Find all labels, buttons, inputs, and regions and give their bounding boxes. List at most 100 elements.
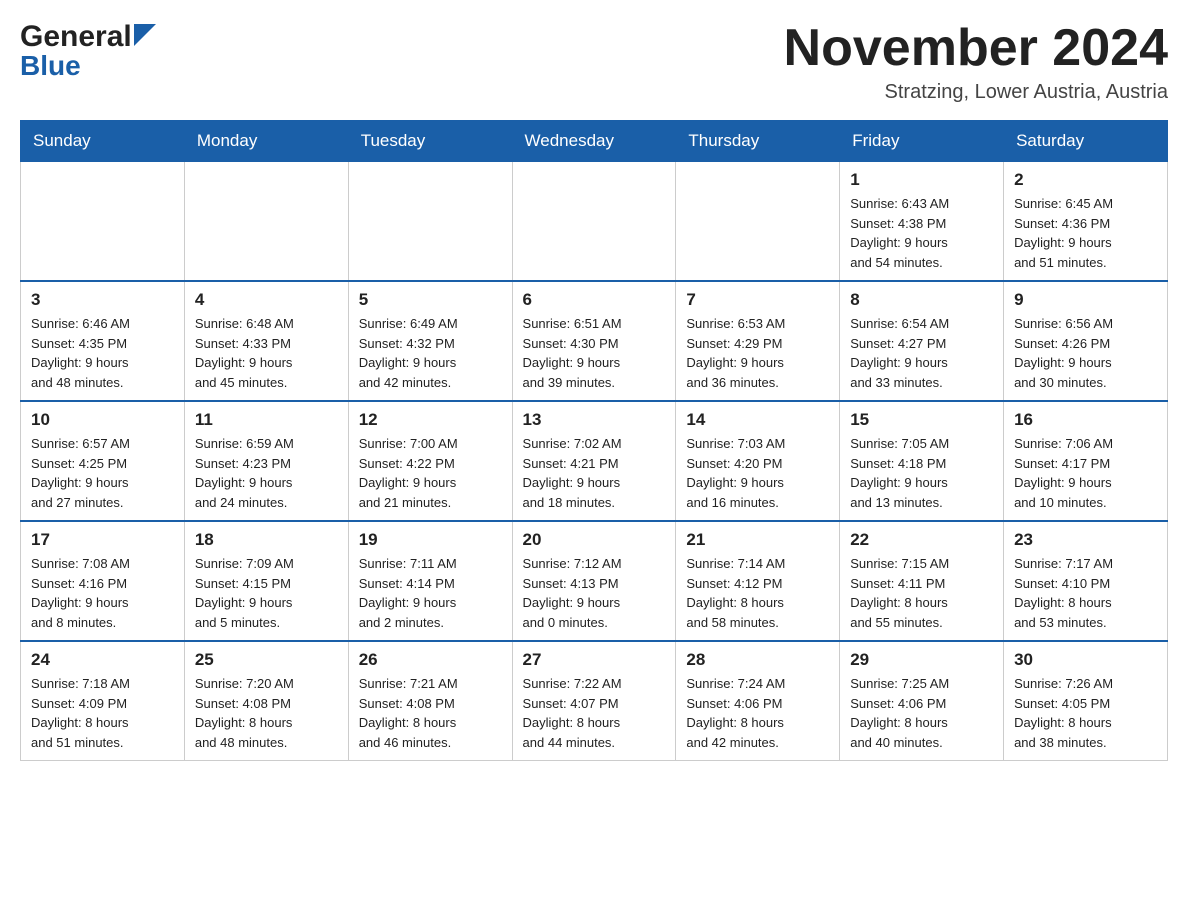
day-number: 9 xyxy=(1014,290,1157,310)
calendar-cell: 7 Sunrise: 6:53 AM Sunset: 4:29 PM Daylig… xyxy=(676,281,840,401)
day-info: Sunrise: 7:12 AM Sunset: 4:13 PM Dayligh… xyxy=(523,554,666,632)
day-info: Sunrise: 6:45 AM Sunset: 4:36 PM Dayligh… xyxy=(1014,194,1157,272)
day-number: 29 xyxy=(850,650,993,670)
day-info: Sunrise: 7:24 AM Sunset: 4:06 PM Dayligh… xyxy=(686,674,829,752)
calendar-cell xyxy=(676,162,840,282)
header-sunday: Sunday xyxy=(21,121,185,162)
calendar-cell: 16Sunrise: 7:06 AM Sunset: 4:17 PM Dayli… xyxy=(1004,401,1168,521)
header-thursday: Thursday xyxy=(676,121,840,162)
day-info: Sunrise: 6:54 AM Sunset: 4:27 PM Dayligh… xyxy=(850,314,993,392)
day-number: 14 xyxy=(686,410,829,430)
header-saturday: Saturday xyxy=(1004,121,1168,162)
day-number: 2 xyxy=(1014,170,1157,190)
calendar-cell: 3Sunrise: 6:46 AM Sunset: 4:35 PM Daylig… xyxy=(21,281,185,401)
day-info: Sunrise: 7:05 AM Sunset: 4:18 PM Dayligh… xyxy=(850,434,993,512)
location-text: Stratzing, Lower Austria, Austria xyxy=(784,81,1168,104)
day-info: Sunrise: 7:21 AM Sunset: 4:08 PM Dayligh… xyxy=(359,674,502,752)
calendar-cell: 17 Sunrise: 7:08 AM Sunset: 4:16 PM Dayli… xyxy=(21,521,185,641)
calendar-cell xyxy=(348,162,512,282)
calendar-cell: 2 Sunrise: 6:45 AM Sunset: 4:36 PM Daylig… xyxy=(1004,162,1168,282)
day-info: Sunrise: 7:15 AM Sunset: 4:11 PM Dayligh… xyxy=(850,554,993,632)
calendar-cell: 4 Sunrise: 6:48 AM Sunset: 4:33 PM Daylig… xyxy=(184,281,348,401)
calendar-cell: 30 Sunrise: 7:26 AM Sunset: 4:05 PM Dayli… xyxy=(1004,641,1168,761)
calendar-cell: 29 Sunrise: 7:25 AM Sunset: 4:06 PM Dayli… xyxy=(840,641,1004,761)
day-info: Sunrise: 7:18 AM Sunset: 4:09 PM Dayligh… xyxy=(31,674,174,752)
day-number: 7 xyxy=(686,290,829,310)
logo-triangle-icon xyxy=(134,24,156,46)
calendar-cell: 9 Sunrise: 6:56 AM Sunset: 4:26 PM Daylig… xyxy=(1004,281,1168,401)
calendar-cell xyxy=(512,162,676,282)
day-info: Sunrise: 6:49 AM Sunset: 4:32 PM Dayligh… xyxy=(359,314,502,392)
header-tuesday: Tuesday xyxy=(348,121,512,162)
calendar-cell: 19 Sunrise: 7:11 AM Sunset: 4:14 PM Dayli… xyxy=(348,521,512,641)
day-info: Sunrise: 6:59 AM Sunset: 4:23 PM Dayligh… xyxy=(195,434,338,512)
calendar-header-row: SundayMondayTuesdayWednesdayThursdayFrid… xyxy=(21,121,1168,162)
logo-general-text: General xyxy=(20,20,132,54)
day-info: Sunrise: 7:26 AM Sunset: 4:05 PM Dayligh… xyxy=(1014,674,1157,752)
day-info: Sunrise: 6:57 AM Sunset: 4:25 PM Dayligh… xyxy=(31,434,174,512)
calendar-week-1: 1Sunrise: 6:43 AM Sunset: 4:38 PM Daylig… xyxy=(21,162,1168,282)
page-header: General Blue November 2024 Stratzing, Lo… xyxy=(20,20,1168,104)
calendar-cell: 23 Sunrise: 7:17 AM Sunset: 4:10 PM Dayli… xyxy=(1004,521,1168,641)
day-number: 20 xyxy=(523,530,666,550)
calendar-cell: 21Sunrise: 7:14 AM Sunset: 4:12 PM Dayli… xyxy=(676,521,840,641)
calendar-cell: 8 Sunrise: 6:54 AM Sunset: 4:27 PM Daylig… xyxy=(840,281,1004,401)
calendar-cell: 13 Sunrise: 7:02 AM Sunset: 4:21 PM Dayli… xyxy=(512,401,676,521)
header-monday: Monday xyxy=(184,121,348,162)
calendar-cell: 18Sunrise: 7:09 AM Sunset: 4:15 PM Dayli… xyxy=(184,521,348,641)
logo-blue-text: Blue xyxy=(20,50,81,82)
day-info: Sunrise: 6:48 AM Sunset: 4:33 PM Dayligh… xyxy=(195,314,338,392)
day-number: 13 xyxy=(523,410,666,430)
day-info: Sunrise: 6:46 AM Sunset: 4:35 PM Dayligh… xyxy=(31,314,174,392)
calendar-cell: 26 Sunrise: 7:21 AM Sunset: 4:08 PM Dayli… xyxy=(348,641,512,761)
calendar-cell: 25 Sunrise: 7:20 AM Sunset: 4:08 PM Dayli… xyxy=(184,641,348,761)
day-info: Sunrise: 7:17 AM Sunset: 4:10 PM Dayligh… xyxy=(1014,554,1157,632)
day-number: 1 xyxy=(850,170,993,190)
day-number: 30 xyxy=(1014,650,1157,670)
day-info: Sunrise: 7:00 AM Sunset: 4:22 PM Dayligh… xyxy=(359,434,502,512)
day-number: 27 xyxy=(523,650,666,670)
calendar-cell: 10Sunrise: 6:57 AM Sunset: 4:25 PM Dayli… xyxy=(21,401,185,521)
day-number: 8 xyxy=(850,290,993,310)
day-info: Sunrise: 7:11 AM Sunset: 4:14 PM Dayligh… xyxy=(359,554,502,632)
day-info: Sunrise: 7:08 AM Sunset: 4:16 PM Dayligh… xyxy=(31,554,174,632)
calendar-cell: 11 Sunrise: 6:59 AM Sunset: 4:23 PM Dayli… xyxy=(184,401,348,521)
day-number: 28 xyxy=(686,650,829,670)
day-info: Sunrise: 7:02 AM Sunset: 4:21 PM Dayligh… xyxy=(523,434,666,512)
day-number: 11 xyxy=(195,410,338,430)
calendar-cell: 20 Sunrise: 7:12 AM Sunset: 4:13 PM Dayli… xyxy=(512,521,676,641)
day-number: 5 xyxy=(359,290,502,310)
month-title: November 2024 xyxy=(784,20,1168,77)
header-friday: Friday xyxy=(840,121,1004,162)
calendar-cell: 5 Sunrise: 6:49 AM Sunset: 4:32 PM Daylig… xyxy=(348,281,512,401)
day-number: 4 xyxy=(195,290,338,310)
day-number: 23 xyxy=(1014,530,1157,550)
calendar-cell xyxy=(21,162,185,282)
day-info: Sunrise: 7:22 AM Sunset: 4:07 PM Dayligh… xyxy=(523,674,666,752)
title-area: November 2024 Stratzing, Lower Austria, … xyxy=(784,20,1168,104)
header-wednesday: Wednesday xyxy=(512,121,676,162)
day-info: Sunrise: 7:25 AM Sunset: 4:06 PM Dayligh… xyxy=(850,674,993,752)
calendar-week-4: 17 Sunrise: 7:08 AM Sunset: 4:16 PM Dayli… xyxy=(21,521,1168,641)
calendar-cell: 24 Sunrise: 7:18 AM Sunset: 4:09 PM Dayli… xyxy=(21,641,185,761)
day-info: Sunrise: 7:03 AM Sunset: 4:20 PM Dayligh… xyxy=(686,434,829,512)
calendar-week-5: 24 Sunrise: 7:18 AM Sunset: 4:09 PM Dayli… xyxy=(21,641,1168,761)
day-number: 25 xyxy=(195,650,338,670)
calendar-week-3: 10Sunrise: 6:57 AM Sunset: 4:25 PM Dayli… xyxy=(21,401,1168,521)
logo: General Blue xyxy=(20,20,156,82)
day-number: 19 xyxy=(359,530,502,550)
day-number: 17 xyxy=(31,530,174,550)
day-number: 26 xyxy=(359,650,502,670)
day-number: 24 xyxy=(31,650,174,670)
calendar-cell: 28 Sunrise: 7:24 AM Sunset: 4:06 PM Dayli… xyxy=(676,641,840,761)
day-number: 21 xyxy=(686,530,829,550)
calendar-cell: 15Sunrise: 7:05 AM Sunset: 4:18 PM Dayli… xyxy=(840,401,1004,521)
calendar-cell: 27 Sunrise: 7:22 AM Sunset: 4:07 PM Dayli… xyxy=(512,641,676,761)
day-info: Sunrise: 7:20 AM Sunset: 4:08 PM Dayligh… xyxy=(195,674,338,752)
calendar-table: SundayMondayTuesdayWednesdayThursdayFrid… xyxy=(20,120,1168,761)
day-info: Sunrise: 6:53 AM Sunset: 4:29 PM Dayligh… xyxy=(686,314,829,392)
day-number: 16 xyxy=(1014,410,1157,430)
day-info: Sunrise: 6:56 AM Sunset: 4:26 PM Dayligh… xyxy=(1014,314,1157,392)
calendar-cell xyxy=(184,162,348,282)
day-info: Sunrise: 6:51 AM Sunset: 4:30 PM Dayligh… xyxy=(523,314,666,392)
